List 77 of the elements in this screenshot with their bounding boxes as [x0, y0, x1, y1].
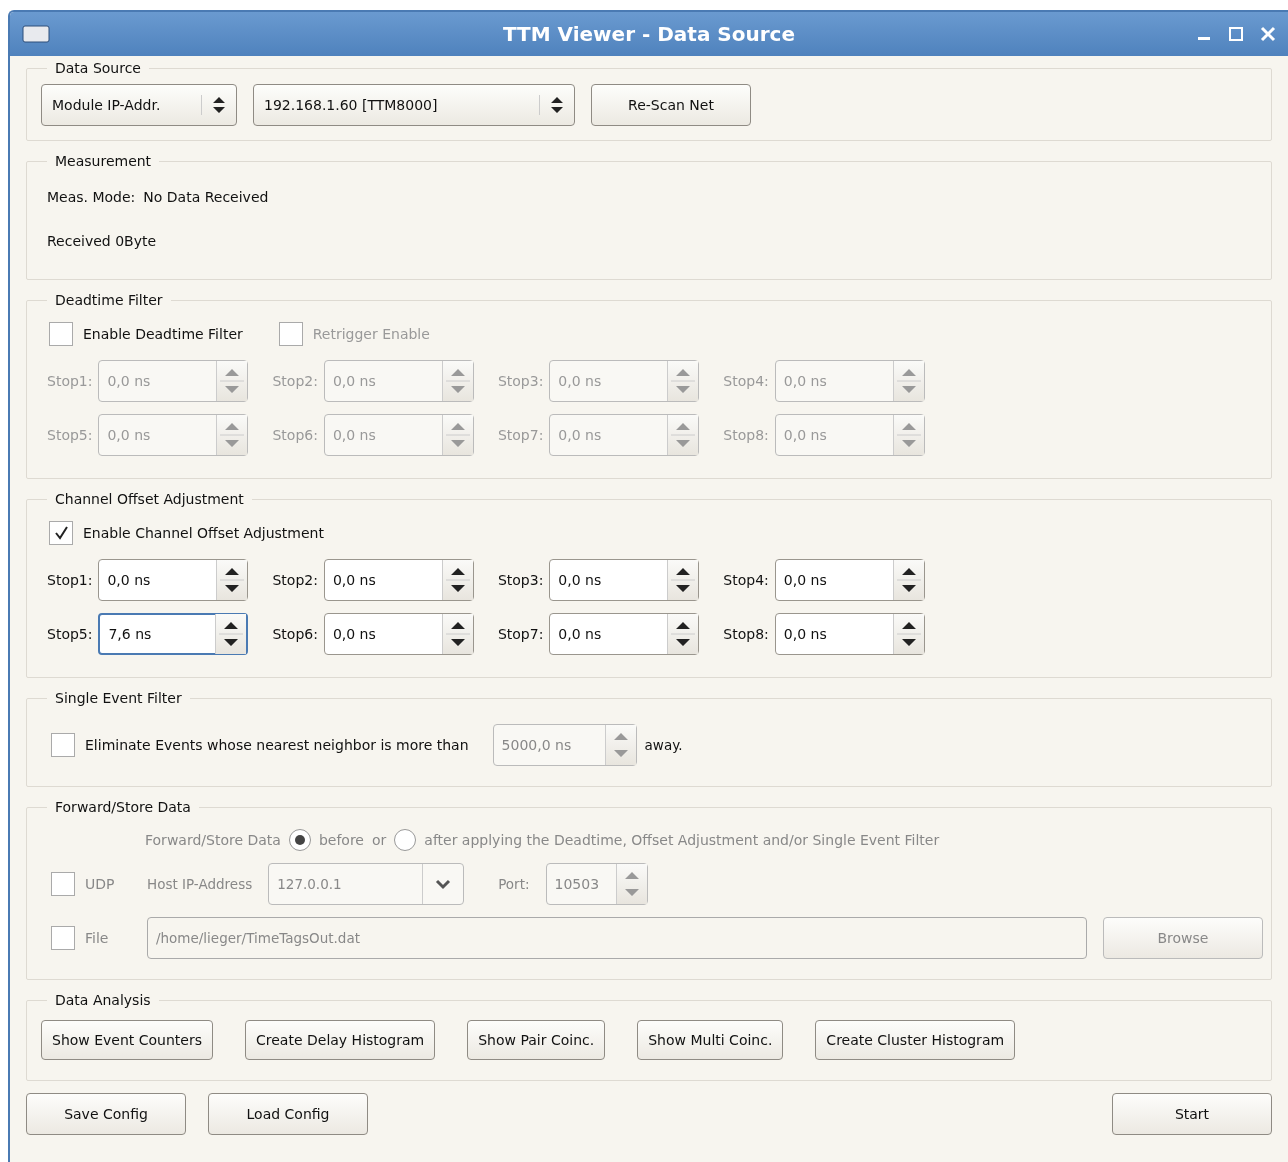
suffix-text: away.	[644, 737, 683, 753]
spin-field[interactable]: 0,0 ns	[323, 559, 474, 601]
updown-icon	[539, 95, 564, 115]
stop-label: Stop6:	[272, 626, 318, 642]
analysis-button[interactable]: Create Delay Histogram	[245, 1020, 436, 1060]
spin-arrows-icon	[441, 614, 473, 654]
rescan-button[interactable]: Re-Scan Net	[591, 84, 751, 126]
port-label: Port:	[498, 876, 530, 892]
group-title: Data Source	[54, 60, 142, 76]
window-title: TTM Viewer - Data Source	[502, 22, 796, 46]
spin-arrows-icon	[892, 361, 924, 401]
mode-select[interactable]: Module IP-Addr.	[41, 84, 237, 126]
host-label: Host IP-Address	[147, 876, 253, 892]
spin-arrows-icon	[604, 725, 636, 765]
group-title: Deadtime Filter	[54, 292, 164, 308]
spin-arrows-icon	[892, 415, 924, 455]
spin-arrows-icon	[892, 560, 924, 600]
group-title: Data Analysis	[54, 992, 152, 1008]
config-button[interactable]: Load Config	[208, 1093, 368, 1135]
forward-label: Forward/Store Data	[145, 832, 281, 848]
start-button[interactable]: Start	[1112, 1093, 1272, 1135]
analysis-button[interactable]: Show Pair Coinc.	[467, 1020, 606, 1060]
spin-arrows-icon	[216, 560, 248, 600]
stop-label: Stop6:	[272, 427, 318, 443]
stop-label: Stop4:	[723, 373, 769, 389]
spin-arrows-icon	[216, 415, 248, 455]
spin-arrows-icon	[615, 864, 647, 904]
spin-field[interactable]: 0,0 ns	[98, 559, 249, 601]
spin-field[interactable]: 0,0 ns	[549, 613, 700, 655]
group-title: Single Event Filter	[54, 690, 183, 706]
checkbox[interactable]: Eliminate Events whose nearest neighbor is more than	[51, 733, 469, 757]
close-icon[interactable]	[1260, 26, 1276, 42]
stop-label: Stop1:	[47, 373, 93, 389]
spin-arrows-icon	[441, 560, 473, 600]
spin-field[interactable]: 0,0 ns	[549, 559, 700, 601]
spin-arrows-icon	[667, 415, 699, 455]
stop-label: Stop4:	[723, 572, 769, 588]
check-icon	[53, 525, 69, 541]
spin-arrows-icon	[667, 614, 699, 654]
stop-label: Stop3:	[497, 373, 544, 389]
analysis-button[interactable]: Show Multi Coinc.	[637, 1020, 784, 1060]
spin-field[interactable]: 0,0 ns	[323, 613, 474, 655]
or-text: or	[371, 832, 387, 848]
checkbox[interactable]: Enable Channel Offset Adjustment	[49, 521, 324, 545]
stop-label: Stop3:	[497, 572, 544, 588]
spin-arrows-icon	[441, 415, 473, 455]
spin-arrows-icon	[667, 361, 699, 401]
stop-label: Stop8:	[723, 427, 769, 443]
spin-field[interactable]: 0,0 ns	[774, 559, 925, 601]
group-title: Forward/Store Data	[54, 799, 192, 815]
config-button[interactable]: Save Config	[26, 1093, 186, 1135]
spin-arrows-icon	[667, 560, 699, 600]
window-menu-icon[interactable]	[22, 25, 50, 43]
stop-label: Stop7:	[497, 626, 544, 642]
received-text: Received 0Byte	[47, 233, 158, 249]
mode-label: Meas. Mode:	[47, 189, 136, 205]
stop-label: Stop5:	[47, 626, 93, 642]
spin-arrows-icon	[216, 361, 248, 401]
group-title: Measurement	[54, 153, 153, 169]
mode-value: No Data Received	[143, 189, 269, 205]
spin-arrows-icon	[892, 614, 924, 654]
group-title: Channel Offset Adjustment	[54, 491, 245, 507]
analysis-button[interactable]: Show Event Counters	[41, 1020, 214, 1060]
spin-arrows-icon	[215, 614, 247, 654]
analysis-button[interactable]: Create Cluster Histogram	[815, 1020, 1016, 1060]
maximize-icon[interactable]	[1228, 26, 1244, 42]
stop-label: Stop2:	[272, 373, 318, 389]
spin-field[interactable]: 7,6 ns	[98, 613, 249, 655]
spin-arrows-icon	[441, 361, 473, 401]
stop-label: Stop8:	[723, 626, 769, 642]
updown-icon	[201, 95, 226, 115]
stop-label: Stop5:	[47, 427, 93, 443]
stop-label: Stop1:	[47, 572, 93, 588]
address-select[interactable]: 192.168.1.60 [TTM8000]	[253, 84, 575, 126]
spin-field[interactable]: 0,0 ns	[774, 613, 925, 655]
stop-label: Stop7:	[497, 427, 544, 443]
stop-label: Stop2:	[272, 572, 318, 588]
